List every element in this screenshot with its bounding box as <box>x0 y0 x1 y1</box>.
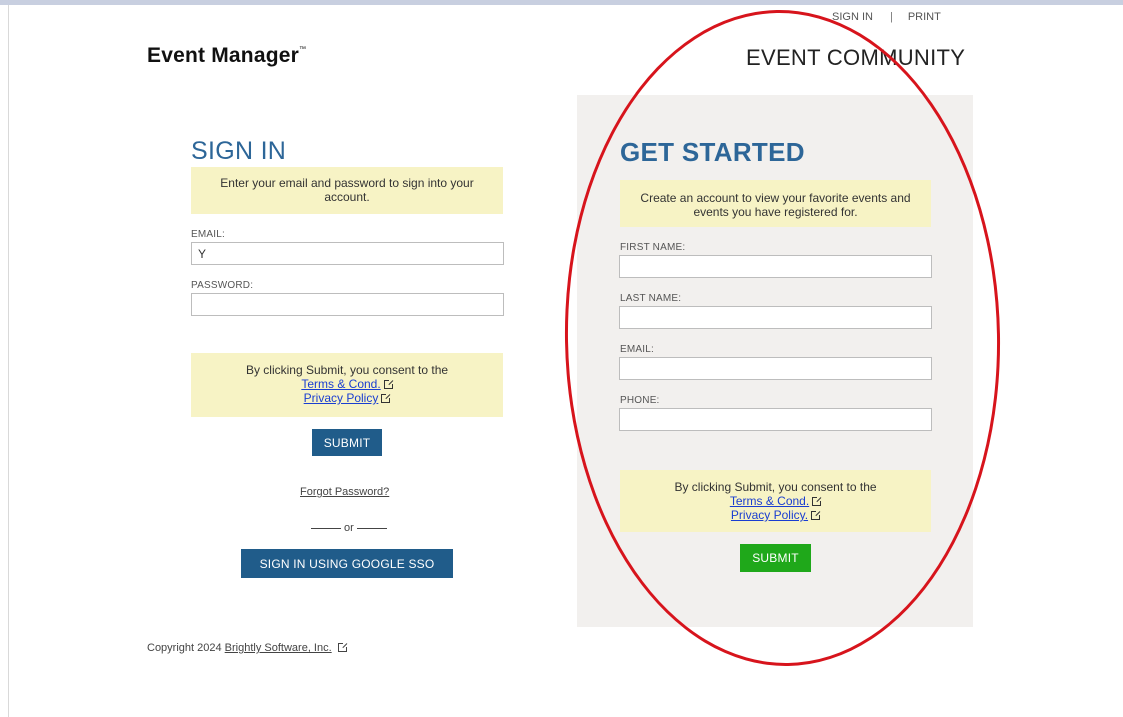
google-sso-button[interactable]: SIGN IN USING GOOGLE SSO <box>241 549 453 578</box>
sign-in-email-input[interactable] <box>191 242 504 265</box>
brand-logo: Event Manager™ <box>147 44 306 68</box>
phone-label: PHONE: <box>620 395 660 406</box>
top-nav: SIGN IN | PRINT <box>832 11 941 23</box>
get-started-notice: Create an account to view your favorite … <box>620 180 931 227</box>
brand-name: Event Manager <box>147 44 299 67</box>
get-started-consent-box: By clicking Submit, you consent to the T… <box>620 470 931 532</box>
window-left-border <box>8 5 9 717</box>
last-name-label: LAST NAME: <box>620 293 682 304</box>
first-name-input[interactable] <box>619 255 932 278</box>
last-name-input[interactable] <box>619 306 932 329</box>
sign-in-consent-box: By clicking Submit, you consent to the T… <box>191 353 503 417</box>
divider-line <box>311 527 341 529</box>
copyright-text: Copyright 2024 <box>147 642 222 654</box>
get-started-terms-link[interactable]: Terms & Cond. <box>730 494 809 508</box>
or-divider: or <box>311 522 387 534</box>
copyright: Copyright 2024 Brightly Software, Inc. <box>147 642 348 654</box>
external-link-icon <box>811 510 822 520</box>
forgot-password-link[interactable]: Forgot Password? <box>300 486 389 498</box>
get-started-email-input[interactable] <box>619 357 932 380</box>
get-started-email-label: EMAIL: <box>620 344 654 355</box>
company-link[interactable]: Brightly Software, Inc. <box>225 642 332 654</box>
sign-in-consent-text: By clicking Submit, you consent to the <box>245 363 449 377</box>
external-link-icon <box>812 496 823 506</box>
sign-in-heading: SIGN IN <box>191 137 287 165</box>
or-text: or <box>344 522 354 534</box>
sign-in-password-input[interactable] <box>191 293 504 316</box>
phone-input[interactable] <box>619 408 932 431</box>
divider-line <box>356 527 387 529</box>
get-started-heading: GET STARTED <box>620 137 805 167</box>
sign-in-terms-link[interactable]: Terms & Cond. <box>301 377 380 391</box>
external-link-icon <box>381 393 392 403</box>
sign-in-notice: Enter your email and password to sign in… <box>191 167 503 214</box>
sign-in-password-label: PASSWORD: <box>191 280 254 291</box>
sign-in-privacy-link[interactable]: Privacy Policy <box>304 391 379 405</box>
sign-in-email-label: EMAIL: <box>191 229 225 240</box>
get-started-submit-button[interactable]: SUBMIT <box>740 544 811 572</box>
top-nav-print-link[interactable]: PRINT <box>908 11 941 23</box>
first-name-label: FIRST NAME: <box>620 242 686 253</box>
get-started-privacy-link[interactable]: Privacy Policy. <box>731 508 808 522</box>
community-title: EVENT COMMUNITY <box>746 45 966 70</box>
top-nav-sign-in-link[interactable]: SIGN IN <box>832 11 873 23</box>
get-started-consent-text: By clicking Submit, you consent to the <box>674 480 877 494</box>
external-link-icon <box>383 379 394 389</box>
window-top-border <box>0 0 1123 5</box>
external-link-icon <box>337 642 348 652</box>
brand-trademark: ™ <box>298 46 307 53</box>
top-nav-separator: | <box>889 11 893 23</box>
sign-in-submit-button[interactable]: SUBMIT <box>312 429 382 456</box>
